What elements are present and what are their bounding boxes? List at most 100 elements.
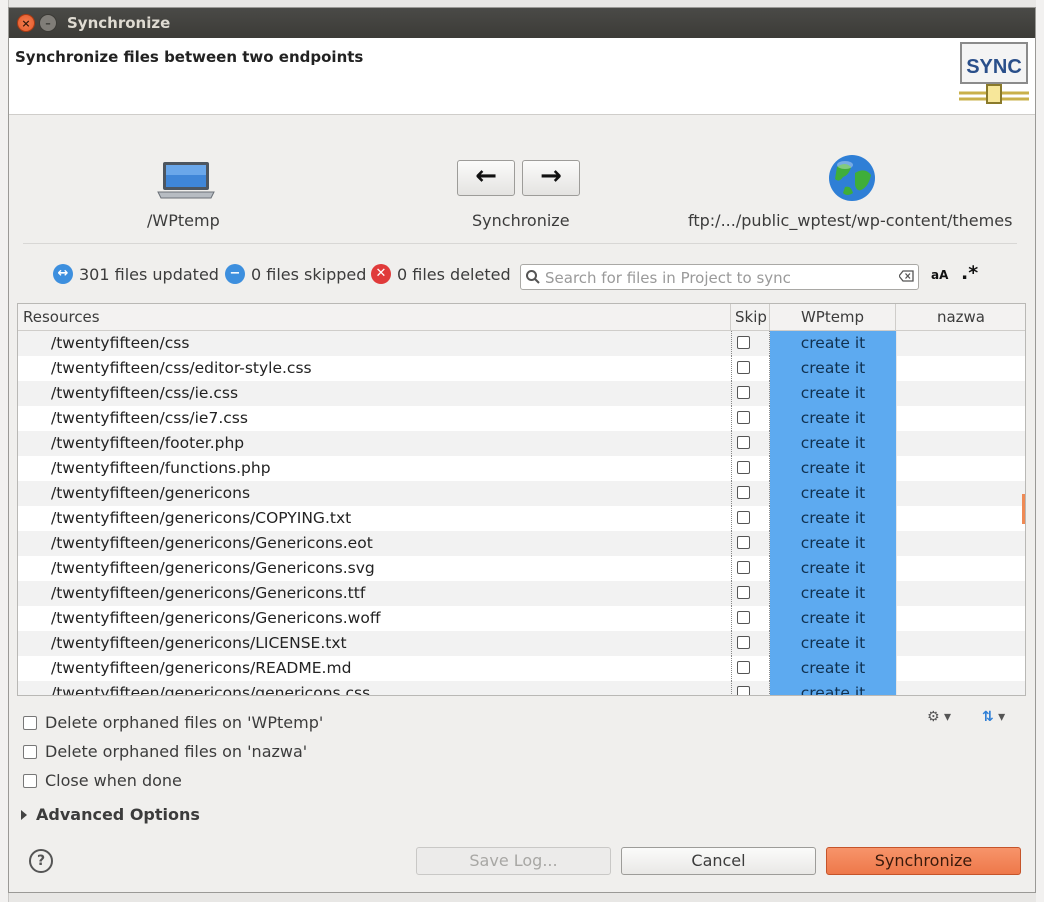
column-resources[interactable]: Resources: [18, 304, 731, 330]
sync-upload-button[interactable]: →: [522, 160, 580, 196]
skip-cell: [731, 406, 770, 431]
column-destination[interactable]: nazwa: [896, 304, 1025, 330]
skip-checkbox[interactable]: [737, 511, 750, 524]
sync-action-cell[interactable]: create it: [770, 556, 896, 581]
minimize-window-button[interactable]: –: [39, 14, 57, 32]
resources-table[interactable]: Resources Skip WPtemp nazwa /twentyfifte…: [17, 303, 1026, 696]
checkbox[interactable]: [23, 773, 37, 788]
table-row[interactable]: /twentyfifteen/genericons/genericons.css…: [18, 681, 1025, 696]
table-row[interactable]: /twentyfifteen/css create it: [18, 331, 1025, 356]
destination-cell: [896, 531, 1025, 556]
skip-checkbox[interactable]: [737, 661, 750, 674]
sync-action-cell[interactable]: create it: [770, 506, 896, 531]
table-row[interactable]: /twentyfifteen/genericons/Genericons.wof…: [18, 606, 1025, 631]
skip-checkbox[interactable]: [737, 536, 750, 549]
table-row[interactable]: /twentyfifteen/footer.php create it: [18, 431, 1025, 456]
resource-path: /twentyfifteen/genericons/Genericons.eot: [51, 534, 373, 552]
sync-action-cell[interactable]: create it: [770, 481, 896, 506]
window-title: Synchronize: [67, 14, 171, 32]
delete-orphaned-dest-option[interactable]: Delete orphaned files on 'nazwa': [23, 742, 307, 761]
sync-action-cell[interactable]: create it: [770, 356, 896, 381]
regex-toggle[interactable]: .*: [961, 262, 978, 284]
skip-checkbox[interactable]: [737, 336, 750, 349]
table-row[interactable]: /twentyfifteen/genericons create it: [18, 481, 1025, 506]
advanced-options-expander[interactable]: Advanced Options: [21, 805, 200, 824]
sync-action-cell[interactable]: create it: [770, 381, 896, 406]
skip-cell: [731, 506, 770, 531]
column-skip[interactable]: Skip: [731, 304, 770, 330]
synchronize-button[interactable]: Synchronize: [826, 847, 1021, 875]
filter-options-icon[interactable]: ⚙ ▾: [927, 709, 951, 725]
skip-checkbox[interactable]: [737, 611, 750, 624]
sort-direction-icon[interactable]: ⇅ ▾: [982, 709, 1005, 725]
sync-action-cell[interactable]: create it: [770, 631, 896, 656]
table-row[interactable]: /twentyfifteen/genericons/Genericons.eot…: [18, 531, 1025, 556]
search-icon: [526, 270, 540, 284]
skip-checkbox[interactable]: [737, 586, 750, 599]
sync-action-cell[interactable]: create it: [770, 656, 896, 681]
skip-cell: [731, 606, 770, 631]
sync-action-cell[interactable]: create it: [770, 456, 896, 481]
table-row[interactable]: /twentyfifteen/functions.php create it: [18, 456, 1025, 481]
table-row[interactable]: /twentyfifteen/genericons/README.md creat…: [18, 656, 1025, 681]
sync-action-cell[interactable]: create it: [770, 681, 896, 695]
case-sensitive-toggle[interactable]: aA: [931, 268, 948, 282]
destination-cell: [896, 481, 1025, 506]
delete-orphaned-source-option[interactable]: Delete orphaned files on 'WPtemp': [23, 713, 323, 732]
save-log-button[interactable]: Save Log...: [416, 847, 611, 875]
skip-checkbox[interactable]: [737, 436, 750, 449]
synchronize-dialog: × – Synchronize Synchronize files betwee…: [8, 7, 1036, 893]
sync-action-cell[interactable]: create it: [770, 431, 896, 456]
skip-checkbox[interactable]: [737, 636, 750, 649]
table-row[interactable]: /twentyfifteen/genericons/LICENSE.txt cre…: [18, 631, 1025, 656]
skip-checkbox[interactable]: [737, 386, 750, 399]
column-source[interactable]: WPtemp: [770, 304, 896, 330]
resource-path: /twentyfifteen/functions.php: [51, 459, 271, 477]
laptop-icon: [157, 162, 215, 199]
resource-path: /twentyfifteen/genericons/genericons.css: [51, 684, 371, 696]
advanced-options-label: Advanced Options: [36, 805, 200, 824]
resource-path: /twentyfifteen/genericons/Genericons.wof…: [51, 609, 381, 627]
close-when-done-option[interactable]: Close when done: [23, 771, 182, 790]
sync-action-cell[interactable]: create it: [770, 531, 896, 556]
sync-action-cell[interactable]: create it: [770, 331, 896, 356]
option-label: Close when done: [45, 771, 182, 790]
skip-checkbox[interactable]: [737, 461, 750, 474]
checkbox[interactable]: [23, 715, 37, 730]
destination-cell: [896, 381, 1025, 406]
table-row[interactable]: /twentyfifteen/genericons/COPYING.txt cre…: [18, 506, 1025, 531]
sync-logo-icon: SYNC: [959, 42, 1029, 104]
sync-action-cell[interactable]: create it: [770, 406, 896, 431]
close-window-button[interactable]: ×: [17, 14, 35, 32]
skip-checkbox[interactable]: [737, 361, 750, 374]
search-input[interactable]: [543, 267, 887, 289]
search-field[interactable]: [520, 264, 919, 290]
resource-path: /twentyfifteen/genericons/Genericons.ttf: [51, 584, 366, 602]
sync-direction-label: Synchronize: [472, 211, 570, 230]
skip-checkbox[interactable]: [737, 486, 750, 499]
clear-search-icon[interactable]: [899, 270, 914, 282]
source-endpoint-label: /WPtemp: [147, 211, 220, 230]
table-row[interactable]: /twentyfifteen/genericons/Genericons.svg…: [18, 556, 1025, 581]
sync-action-cell[interactable]: create it: [770, 581, 896, 606]
skip-checkbox[interactable]: [737, 561, 750, 574]
cancel-button[interactable]: Cancel: [621, 847, 816, 875]
resource-path: /twentyfifteen/css/editor-style.css: [51, 359, 312, 377]
skip-cell: [731, 481, 770, 506]
destination-cell: [896, 631, 1025, 656]
help-icon[interactable]: ?: [29, 849, 53, 873]
destination-cell: [896, 506, 1025, 531]
sync-action-cell[interactable]: create it: [770, 606, 896, 631]
table-row[interactable]: /twentyfifteen/css/ie.css create it: [18, 381, 1025, 406]
skip-checkbox[interactable]: [737, 686, 750, 695]
skip-checkbox[interactable]: [737, 411, 750, 424]
scroll-marker: [1022, 494, 1025, 524]
sync-stats-row: ↔ 301 files updated − 0 files skipped ✕ …: [9, 262, 1035, 292]
files-deleted-stat: ✕ 0 files deleted: [371, 264, 511, 284]
table-row[interactable]: /twentyfifteen/genericons/Genericons.ttf…: [18, 581, 1025, 606]
skip-cell: [731, 531, 770, 556]
table-row[interactable]: /twentyfifteen/css/editor-style.css creat…: [18, 356, 1025, 381]
sync-download-button[interactable]: ←: [457, 160, 515, 196]
table-row[interactable]: /twentyfifteen/css/ie7.css create it: [18, 406, 1025, 431]
checkbox[interactable]: [23, 744, 37, 759]
